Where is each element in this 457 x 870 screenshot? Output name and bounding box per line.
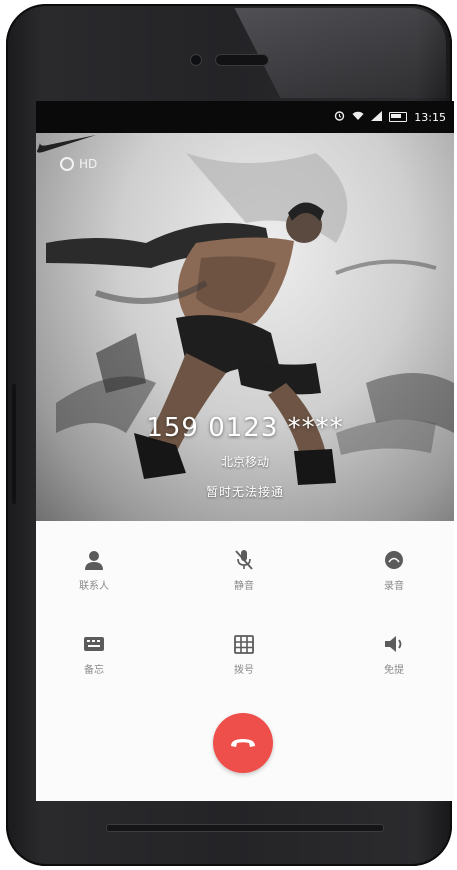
mute-label: 静音: [234, 581, 254, 592]
contacts-button[interactable]: 联系人: [54, 549, 134, 592]
record-label: 录音: [384, 581, 404, 592]
side-key: [12, 384, 16, 504]
battery-icon: [389, 112, 408, 122]
speaker-icon: [382, 633, 406, 655]
speaker-button[interactable]: 免提: [354, 633, 434, 676]
hd-label: HD: [79, 157, 98, 171]
caller-number: 159 0123 ****: [146, 413, 344, 443]
call-status: 暂时无法接通: [205, 485, 284, 499]
hangup-icon: [231, 739, 255, 747]
record-icon: [382, 549, 406, 571]
dialpad-button[interactable]: 拨号: [204, 633, 284, 676]
record-button[interactable]: 录音: [354, 549, 434, 592]
person-icon: [82, 549, 106, 571]
earpiece: [215, 54, 269, 66]
memo-button[interactable]: 备忘: [54, 633, 134, 676]
mic-off-icon: [232, 549, 256, 571]
speaker-label: 免提: [384, 665, 404, 676]
status-time: 13:15: [414, 110, 446, 124]
contacts-label: 联系人: [79, 581, 109, 592]
wifi-icon: [352, 111, 364, 124]
phone-frame: 13:15 HD 159 0123 **** 北京移动 暂时无法接通 联系人 静…: [6, 4, 454, 866]
caller-location: 北京移动: [220, 455, 269, 469]
home-bar[interactable]: [106, 824, 384, 832]
caller-photo: HD 159 0123 **** 北京移动 暂时无法接通: [36, 133, 454, 521]
memo-label: 备忘: [84, 665, 104, 676]
status-bar: 13:15: [36, 101, 454, 133]
dialpad-label: 拨号: [234, 665, 254, 676]
signal-icon: [371, 110, 383, 124]
alarm-icon: [334, 110, 345, 124]
keyboard-icon: [82, 633, 106, 655]
mute-button[interactable]: 静音: [204, 549, 284, 592]
hd-circle-icon: [60, 157, 74, 171]
front-camera: [190, 54, 202, 66]
call-screen: 13:15 HD 159 0123 **** 北京移动 暂时无法接通 联系人 静…: [36, 101, 454, 801]
swoosh-logo: [37, 135, 96, 153]
frame-gloss: [234, 8, 446, 98]
call-controls: 联系人 静音 录音 备忘 拨号 免提: [36, 521, 454, 801]
dialpad-icon: [232, 633, 256, 655]
hangup-button[interactable]: [213, 713, 273, 773]
hd-badge: HD: [60, 157, 97, 171]
